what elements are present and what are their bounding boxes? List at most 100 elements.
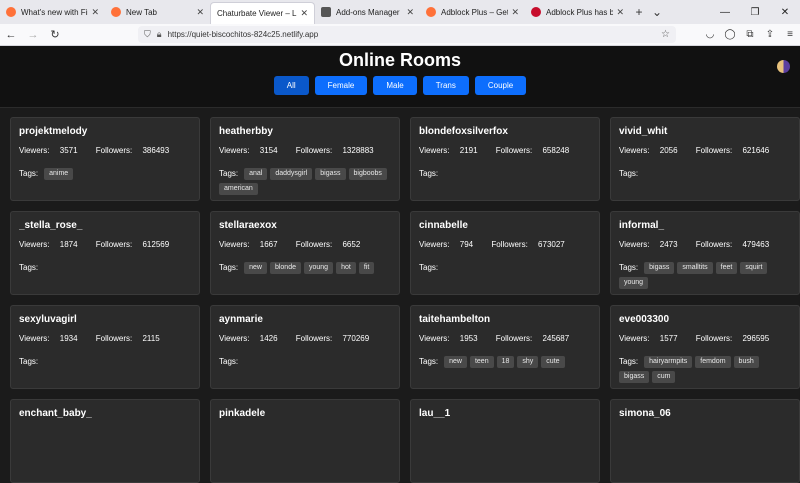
chevron-down-icon[interactable]: ⌄ bbox=[648, 0, 666, 24]
tag-chip[interactable]: femdom bbox=[695, 356, 731, 368]
viewers-label: Viewers: bbox=[619, 334, 650, 343]
share-icon[interactable]: ⇪ bbox=[760, 29, 780, 40]
back-icon[interactable]: ← bbox=[0, 29, 22, 41]
bookmark-star-icon[interactable]: ☆ bbox=[661, 29, 670, 40]
room-name[interactable]: simona_06 bbox=[619, 408, 791, 419]
tag-chip[interactable]: cum bbox=[652, 371, 676, 383]
filter-couple-button[interactable]: Couple bbox=[474, 76, 527, 95]
room-card[interactable]: aynmarie Viewers: 1426 Followers: 770269… bbox=[210, 305, 400, 389]
room-card[interactable]: heatherbby Viewers: 3154 Followers: 1328… bbox=[210, 117, 400, 201]
tag-chip[interactable]: feet bbox=[715, 262, 738, 274]
url-text[interactable]: https://quiet-biscochitos-824c25.netlify… bbox=[168, 30, 661, 39]
tag-chip[interactable]: young bbox=[619, 277, 649, 289]
maximize-icon[interactable]: ❐ bbox=[740, 0, 770, 24]
viewers-count: Viewers: 1577 bbox=[619, 334, 686, 343]
tag-chip[interactable]: hot bbox=[336, 262, 356, 274]
shield-icon[interactable]: ⛉ bbox=[144, 29, 151, 40]
tag-chip[interactable]: new bbox=[244, 262, 267, 274]
tag-chip[interactable]: 18 bbox=[496, 356, 515, 368]
room-stats: Viewers: 2191 Followers: 658248 bbox=[419, 146, 591, 155]
room-card[interactable]: blondefoxsilverfox Viewers: 2191 Followe… bbox=[410, 117, 600, 201]
room-card[interactable]: cinnabelle Viewers: 794 Followers: 67302… bbox=[410, 211, 600, 295]
reload-icon[interactable]: ↻ bbox=[44, 28, 66, 41]
viewers-value: 1953 bbox=[459, 334, 478, 343]
room-name[interactable]: sexyluvagirl bbox=[19, 314, 191, 325]
room-name[interactable]: cinnabelle bbox=[419, 220, 591, 231]
room-name[interactable]: enchant_baby_ bbox=[19, 408, 191, 419]
tag-chip[interactable]: young bbox=[304, 262, 334, 274]
url-bar[interactable]: ⛉ 🔒︎ https://quiet-biscochitos-824c25.ne… bbox=[138, 26, 676, 43]
tag-chip[interactable]: smalltits bbox=[677, 262, 713, 274]
tag-chip[interactable]: fit bbox=[358, 262, 375, 274]
close-icon[interactable]: ✕ bbox=[91, 7, 99, 18]
room-card[interactable]: taitehambelton Viewers: 1953 Followers: … bbox=[410, 305, 600, 389]
browser-tab[interactable]: Adblock Plus has been insta✕ bbox=[525, 0, 630, 24]
room-name[interactable]: lau__1 bbox=[419, 408, 591, 419]
tag-chip[interactable]: new bbox=[444, 356, 467, 368]
tag-chip[interactable]: bigass bbox=[315, 168, 346, 180]
room-stats: Viewers: 1953 Followers: 245687 bbox=[419, 334, 591, 343]
tag-chip[interactable]: american bbox=[219, 183, 258, 195]
tag-chip[interactable]: bush bbox=[733, 356, 759, 368]
browser-tab[interactable]: Add-ons Manager ✕ bbox=[315, 0, 420, 24]
room-card[interactable]: _stella_rose_ Viewers: 1874 Followers: 6… bbox=[10, 211, 200, 295]
account-icon[interactable]: ◯ bbox=[720, 29, 740, 40]
tag-chip[interactable]: bigass bbox=[644, 262, 675, 274]
room-name[interactable]: heatherbby bbox=[219, 126, 391, 137]
tag-chip[interactable]: shy bbox=[517, 356, 539, 368]
room-name[interactable]: taitehambelton bbox=[419, 314, 591, 325]
tag-chip[interactable]: teen bbox=[469, 356, 494, 368]
filter-trans-button[interactable]: Trans bbox=[422, 76, 469, 95]
tag-chip[interactable]: blonde bbox=[269, 262, 301, 274]
minimize-icon[interactable]: — bbox=[710, 0, 740, 24]
extensions-icon[interactable]: ⧉ bbox=[740, 29, 760, 40]
tag-chip[interactable]: anime bbox=[44, 168, 74, 180]
tag-chip[interactable]: squirt bbox=[740, 262, 768, 274]
room-name[interactable]: pinkadele bbox=[219, 408, 391, 419]
tag-chip[interactable]: cute bbox=[541, 356, 565, 368]
browser-tab[interactable]: What's new with Firefox✕ bbox=[0, 0, 105, 24]
room-card[interactable]: sexyluvagirl Viewers: 1934 Followers: 21… bbox=[10, 305, 200, 389]
close-icon[interactable]: ✕ bbox=[300, 8, 308, 19]
room-name[interactable]: blondefoxsilverfox bbox=[419, 126, 591, 137]
close-icon[interactable]: ✕ bbox=[511, 7, 519, 18]
room-card[interactable]: lau__1 bbox=[410, 399, 600, 483]
room-card[interactable]: stellaraexox Viewers: 1667 Followers: 66… bbox=[210, 211, 400, 295]
browser-tab[interactable]: Adblock Plus – Get this Exte✕ bbox=[420, 0, 525, 24]
room-card[interactable]: projektmelody Viewers: 3571 Followers: 3… bbox=[10, 117, 200, 201]
filter-all-button[interactable]: All bbox=[273, 76, 309, 95]
tag-chip[interactable]: daddysgirl bbox=[270, 168, 313, 180]
room-card[interactable]: informal_ Viewers: 2473 Followers: 47946… bbox=[610, 211, 800, 295]
tag-chip[interactable]: hairyarmpits bbox=[644, 356, 693, 368]
filter-male-button[interactable]: Male bbox=[373, 76, 417, 95]
browser-tab[interactable]: New Tab ✕ bbox=[105, 0, 210, 24]
room-name[interactable]: _stella_rose_ bbox=[19, 220, 191, 231]
pocket-icon[interactable]: ◡ bbox=[700, 29, 720, 40]
tag-chip[interactable]: anal bbox=[244, 168, 268, 180]
lock-icon[interactable]: 🔒︎ bbox=[157, 29, 162, 40]
close-icon[interactable]: ✕ bbox=[406, 7, 414, 18]
forward-icon[interactable]: → bbox=[22, 29, 44, 41]
theme-toggle-icon[interactable] bbox=[777, 60, 790, 73]
room-card[interactable]: enchant_baby_ bbox=[10, 399, 200, 483]
tag-chip[interactable]: bigboobs bbox=[348, 168, 387, 180]
tag-chip[interactable]: bigass bbox=[619, 371, 650, 383]
room-name[interactable]: stellaraexox bbox=[219, 220, 391, 231]
browser-tab-active[interactable]: Chaturbate Viewer – Live Stream✕ bbox=[210, 2, 315, 24]
room-card[interactable]: vivid_whit Viewers: 2056 Followers: 6216… bbox=[610, 117, 800, 201]
viewers-count: Viewers: 3154 bbox=[219, 146, 286, 155]
room-name[interactable]: projektmelody bbox=[19, 126, 191, 137]
room-name[interactable]: aynmarie bbox=[219, 314, 391, 325]
new-tab-icon[interactable]: + bbox=[630, 0, 648, 24]
room-card[interactable]: pinkadele bbox=[210, 399, 400, 483]
close-icon[interactable]: ✕ bbox=[616, 7, 624, 18]
room-card[interactable]: eve003300 Viewers: 1577 Followers: 29659… bbox=[610, 305, 800, 389]
filter-female-button[interactable]: Female bbox=[314, 76, 368, 95]
room-name[interactable]: vivid_whit bbox=[619, 126, 791, 137]
room-name[interactable]: informal_ bbox=[619, 220, 791, 231]
room-card[interactable]: simona_06 bbox=[610, 399, 800, 483]
close-icon[interactable]: ✕ bbox=[196, 7, 204, 18]
menu-icon[interactable]: ≡ bbox=[780, 29, 800, 40]
close-window-icon[interactable]: ✕ bbox=[770, 0, 800, 24]
room-name[interactable]: eve003300 bbox=[619, 314, 791, 325]
